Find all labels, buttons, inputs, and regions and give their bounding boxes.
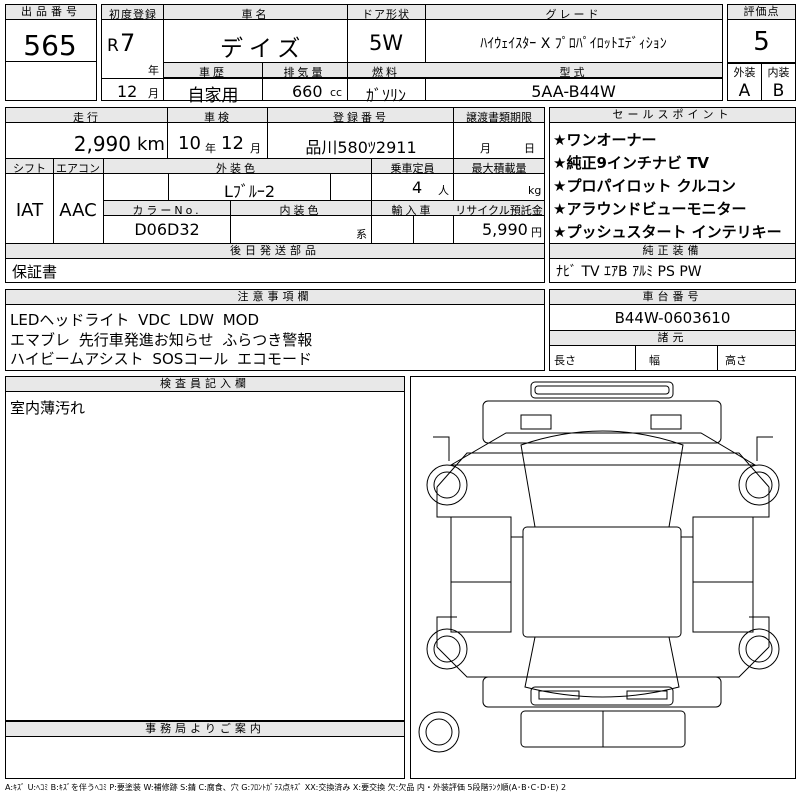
- fuel-label: 燃料: [372, 66, 400, 79]
- score-box: 評価点 5 外装 内装 A B: [727, 4, 796, 101]
- interior-color-label: 内装色: [279, 204, 322, 217]
- aircon-value: AAC: [59, 200, 97, 221]
- inspector-box: 検査員記入欄 室内薄汚れ: [5, 376, 405, 721]
- first-reg-month-unit: 月: [148, 87, 159, 100]
- color-no-label: カラーNo.: [132, 204, 202, 217]
- damage-legend: A:ｷｽﾞ U:ﾍｺﾐ B:ｷｽﾞを伴うﾍｺﾐ P:要塗装 W:補修跡 S:錆 …: [5, 783, 567, 792]
- later-parts-value: 保証書: [12, 263, 58, 281]
- sales-point-item: ★プッシュスタート インテリキー: [553, 223, 782, 241]
- notes-line: エマブレ 先行車発進お知らせ ふらつき警報: [10, 331, 313, 349]
- recycle-unit: 円: [531, 226, 542, 239]
- interior-color-unit: 系: [356, 228, 367, 241]
- sales-points-box: セールスポイント ★ワンオーナー ★純正9インチナビ TV ★プロパイロット ク…: [549, 107, 796, 283]
- interior-score-label: 内装: [767, 66, 790, 79]
- inspector-label: 検査員記入欄: [6, 377, 404, 392]
- first-reg-year: 7: [120, 29, 136, 57]
- transfer-deadline-label: 譲渡書類期限: [466, 111, 532, 124]
- equipment-value: ﾅﾋﾞ TV ｴｱB ｱﾙﾐ PS PW: [556, 264, 702, 280]
- door-value: 5W: [368, 31, 404, 55]
- mileage-value: 2,990: [73, 132, 131, 156]
- max-load-label: 最大積載量: [471, 162, 527, 175]
- first-reg-month: 12: [117, 82, 138, 101]
- mileage-unit: km: [137, 134, 165, 155]
- car-outline-diagram: [418, 381, 780, 753]
- shift-value: IAT: [15, 200, 44, 221]
- plate-label: 登録番号: [333, 111, 389, 124]
- notes-line: LEDヘッドライト VDC LDW MOD: [10, 311, 260, 329]
- lot-box: 出品番号 565: [5, 4, 97, 101]
- transfer-deadline-month-unit: 月: [480, 142, 491, 155]
- transfer-deadline-day-unit: 日: [524, 142, 535, 155]
- exterior-score-value: A: [738, 81, 751, 101]
- score-label: 評価点: [728, 5, 795, 20]
- recycle-value: 5,990: [482, 220, 528, 239]
- car-diagram: [410, 376, 796, 779]
- capacity-value: 4: [412, 178, 423, 197]
- displacement-value: 660: [292, 82, 323, 101]
- inspection-month: 12: [221, 133, 244, 154]
- door-label: ドア形状: [362, 8, 410, 21]
- lot-label: 出品番号: [6, 5, 96, 20]
- sales-point-item: ★プロパイロット クルコン: [553, 177, 736, 195]
- grade-label: グレード: [545, 8, 602, 21]
- interior-score-value: B: [772, 81, 785, 101]
- plate-value: 品川580ﾂ2911: [305, 138, 417, 157]
- chassis-value: B44W-0603610: [614, 309, 731, 327]
- sales-point-item: ★純正9インチナビ TV: [553, 154, 709, 172]
- chassis-label: 車台番号: [550, 290, 795, 305]
- displacement-unit: cc: [330, 86, 343, 99]
- color-no-value: D06D32: [134, 220, 200, 239]
- first-reg-year-unit: 年: [148, 64, 159, 77]
- notes-box: 注意事項欄 LEDヘッドライト VDC LDW MOD エマブレ 先行車発進お知…: [5, 289, 545, 371]
- score-value: 5: [753, 27, 770, 57]
- lot-number: 565: [23, 29, 77, 62]
- office-label: 事務局よりご案内: [6, 722, 404, 737]
- exterior-color-value: Lﾌﾞﾙｰ2: [223, 182, 276, 201]
- capacity-label: 乗車定員: [390, 162, 435, 175]
- inspector-comment: 室内薄汚れ: [10, 399, 86, 417]
- sales-points-label: セールスポイント: [550, 108, 795, 123]
- office-box: 事務局よりご案内: [5, 721, 405, 779]
- max-load-unit: kg: [528, 184, 542, 197]
- grade-value: ﾊｲｳｪｲｽﾀｰ X ﾌﾟﾛﾊﾟｲﾛｯﾄｴﾃﾞｨｼｮﾝ: [480, 36, 667, 52]
- recycle-label: リサイクル預託金: [455, 204, 543, 217]
- shift-label: シフト: [13, 162, 46, 175]
- specs-height-label: 高さ: [725, 354, 747, 367]
- inspection-label: 車検: [204, 111, 232, 124]
- vehicle-info-box: 初度登録 車名 ドア形状 グレード R 7 年 デイズ 5W ﾊｲｳｪｲｽﾀｰ …: [101, 4, 723, 106]
- specs-label: 諸元: [550, 331, 795, 346]
- detail-box: 走行 車検 登録番号 譲渡書類期限 2,990 km 10 年 12 月 品川5…: [5, 107, 545, 283]
- notes-line: ハイビームアシスト SOSコール エコモード: [10, 350, 313, 368]
- displacement-label: 排気量: [283, 66, 326, 79]
- history-label: 車歴: [199, 66, 227, 79]
- sales-point-item: ★アラウンドビューモニター: [553, 200, 747, 218]
- capacity-unit: 人: [438, 184, 449, 197]
- specs-width-label: 幅: [649, 354, 660, 367]
- model-code-value: 5AA-B44W: [531, 82, 616, 101]
- model-code-label: 型式: [559, 66, 588, 79]
- first-reg-era: R: [107, 36, 119, 56]
- mileage-label: 走行: [73, 111, 101, 124]
- specs-length-label: 長さ: [554, 354, 576, 367]
- fuel-value: ｶﾞｿﾘﾝ: [365, 86, 406, 105]
- notes-label: 注意事項欄: [6, 290, 544, 305]
- aircon-label: エアコン: [56, 162, 100, 175]
- history-value: 自家用: [187, 86, 239, 106]
- exterior-score-label: 外装: [733, 66, 756, 79]
- chassis-box: 車台番号 B44W-0603610 諸元 長さ 幅 高さ: [549, 289, 796, 371]
- later-parts-label: 後日発送部品: [6, 244, 544, 259]
- car-name-label: 車名: [241, 8, 270, 21]
- sales-point-item: ★ワンオーナー: [553, 131, 657, 149]
- car-name-value: デイズ: [220, 36, 307, 62]
- inspection-year-unit: 年: [205, 142, 216, 155]
- inspection-year: 10: [178, 133, 201, 154]
- inspection-month-unit: 月: [250, 142, 261, 155]
- equipment-label: 純正装備: [550, 244, 795, 259]
- first-reg-label: 初度登録: [109, 8, 157, 21]
